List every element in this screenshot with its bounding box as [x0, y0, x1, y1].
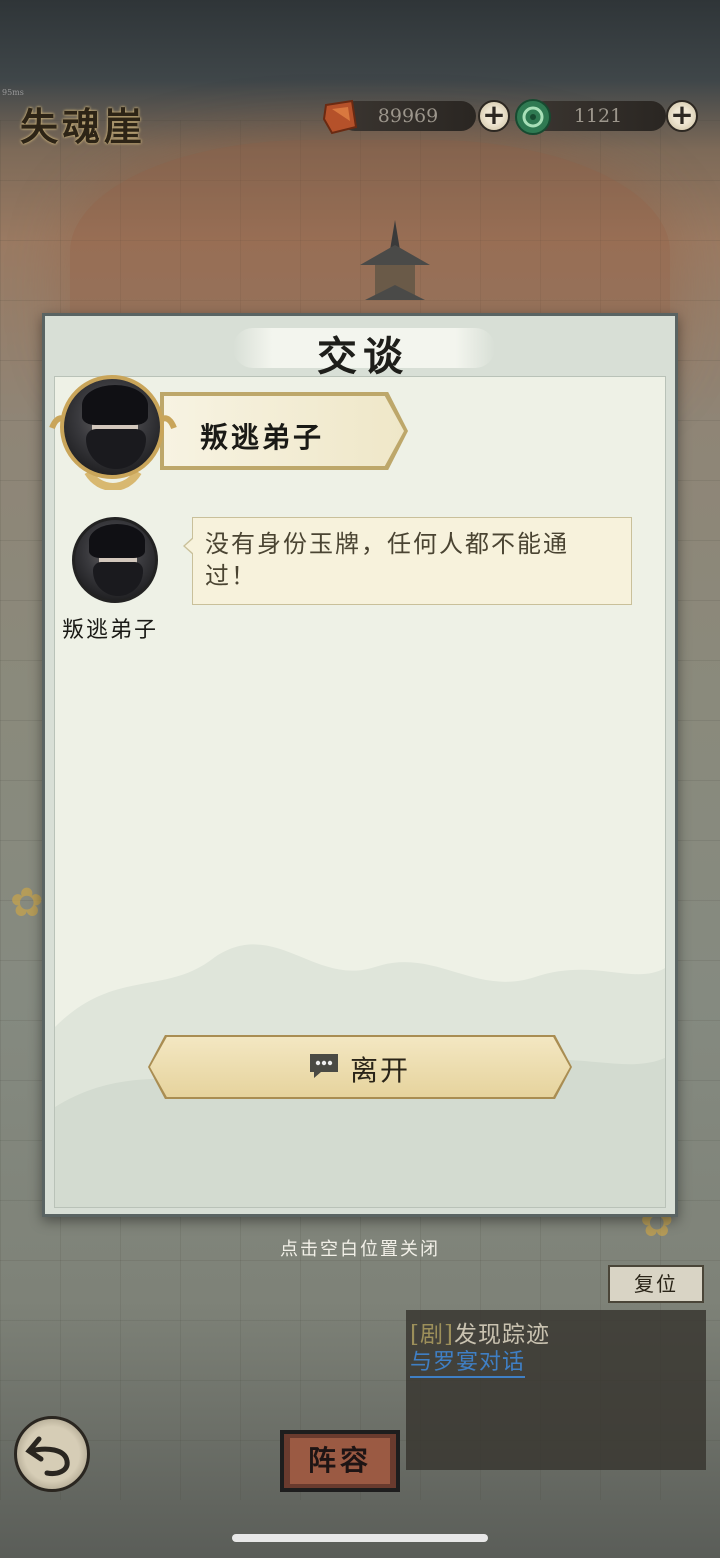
ore-icon [322, 99, 358, 135]
reset-button[interactable]: 复位 [608, 1265, 704, 1303]
close-hint[interactable]: 点击空白位置关闭 [0, 1235, 720, 1261]
back-button[interactable] [14, 1416, 90, 1492]
ore-counter: 89969 [340, 101, 476, 131]
quest-objective-link[interactable]: 与罗宴对话 [410, 1344, 526, 1378]
lineup-button[interactable]: 阵容 [290, 1438, 390, 1484]
speaker-banner-name: 叛逃弟子 [200, 421, 325, 454]
speaker-portrait [60, 375, 164, 479]
message-bubble: 没有身份玉牌，任何人都不能通过！ [192, 517, 632, 605]
bubble-tail-inner [185, 538, 194, 554]
message-speaker-name: 叛逃弟子 [62, 618, 159, 643]
chat-bubble-icon [310, 1054, 338, 1078]
pagoda-icon [360, 220, 430, 300]
jade-coin-icon [515, 99, 551, 135]
back-arrow-icon [25, 1436, 70, 1476]
tree-icon: ✿ [10, 880, 44, 926]
add-jade-button[interactable]: + [666, 100, 698, 132]
location-title: 失魂崖 [20, 104, 147, 149]
add-ore-button[interactable]: + [478, 100, 510, 132]
leave-button-label: 离开 [350, 1054, 411, 1087]
home-indicator[interactable] [232, 1534, 488, 1542]
message-avatar [72, 517, 158, 603]
